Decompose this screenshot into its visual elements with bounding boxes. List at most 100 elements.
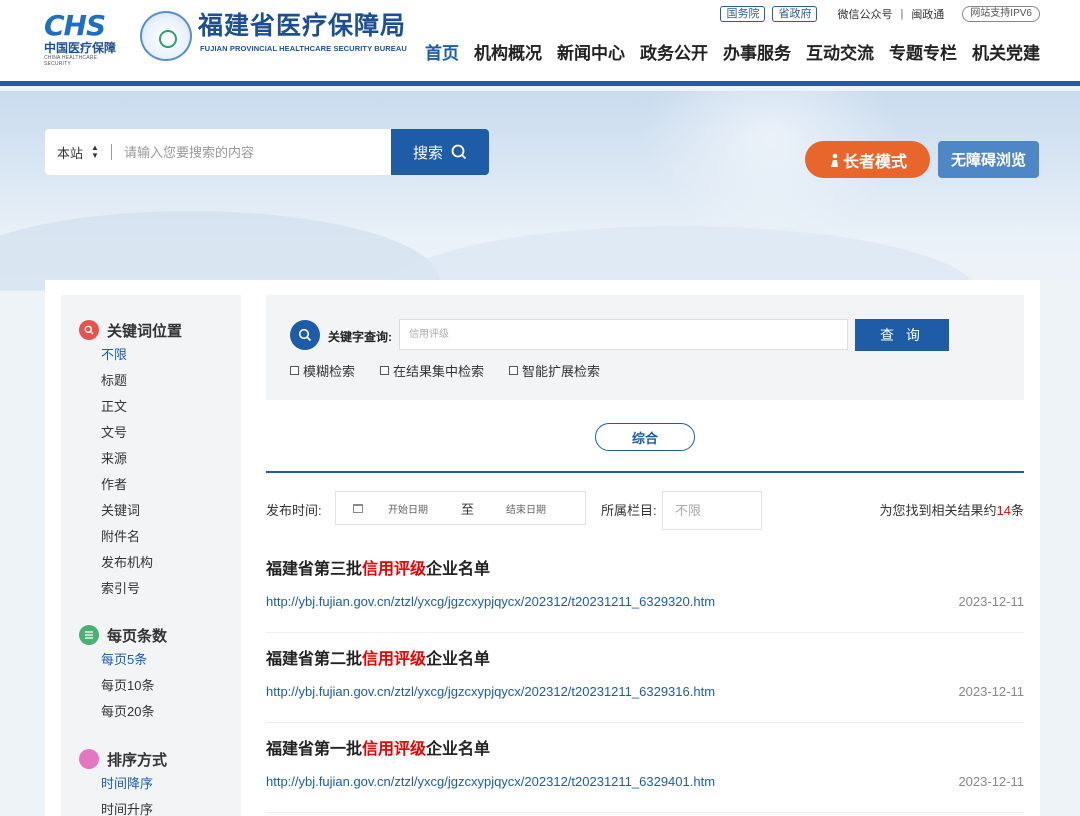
keyword-input[interactable]: [399, 319, 848, 350]
nav-item-gov-affairs[interactable]: 政务公开: [640, 42, 708, 66]
result-title-highlight: 信用评级: [362, 561, 427, 578]
top-links: 国务院 省政府 微信公众号 | 闽政通 网站支持IPV6: [713, 5, 1040, 23]
bureau-emblem-icon: [140, 11, 192, 61]
tab-comprehensive[interactable]: 综合: [595, 423, 695, 451]
sort-group: 排序方式 时间降序 时间升序: [61, 749, 241, 816]
keyword-position-option[interactable]: 附件名: [101, 524, 241, 550]
result-count: 为您找到相关结果约14条: [880, 500, 1025, 519]
nav-item-about[interactable]: 机构概况: [474, 42, 542, 66]
nav-item-home[interactable]: 首页: [425, 42, 459, 66]
chs-logo[interactable]: CHS 中国医疗保障 CHINA HEALTHCARE SECURITY: [44, 12, 124, 68]
search-in-results-label: 在结果集中检索: [393, 364, 485, 379]
province-gov-link[interactable]: 省政府: [772, 6, 818, 22]
per-page-option[interactable]: 每页10条: [101, 673, 241, 699]
nav-item-topics[interactable]: 专题专栏: [889, 42, 957, 66]
column-select[interactable]: 不限: [662, 491, 762, 530]
checkbox-box: [509, 366, 519, 375]
nav-item-interaction[interactable]: 互动交流: [806, 42, 874, 66]
result-title-highlight: 信用评级: [362, 651, 427, 668]
keyword-position-option[interactable]: 正文: [101, 394, 241, 420]
result-title-post: 企业名单: [426, 561, 491, 578]
keyword-position-group: 关键词位置 不限 标题 正文 文号 来源 作者 关键词 附件名 发布机构 索引号: [61, 320, 241, 602]
calendar-icon: [353, 503, 363, 513]
fuzzy-search-checkbox[interactable]: 模糊检索: [290, 361, 355, 380]
query-button[interactable]: 查 询: [855, 319, 949, 351]
fuzzy-search-label: 模糊检索: [303, 364, 356, 379]
result-date: 2023-12-11: [958, 684, 1024, 699]
keyword-position-option[interactable]: 索引号: [101, 576, 241, 602]
accessibility-label: 无障碍浏览: [950, 152, 1026, 169]
accessibility-button[interactable]: 无障碍浏览: [938, 141, 1039, 178]
result-count-number: 14: [996, 503, 1011, 518]
date-to-label: 至: [461, 501, 475, 517]
sort-title: 排序方式: [107, 751, 168, 769]
results-main: 关键字查询: 查 询 模糊检索 在结果集中检索 智能扩展检索 综合 发布时间: …: [266, 295, 1024, 813]
per-page-option[interactable]: 每页20条: [101, 699, 241, 725]
sort-icon: [79, 749, 99, 769]
search-scope-select[interactable]: 本站 ▲ ▼: [45, 143, 111, 162]
result-title-pre: 福建省第三批: [266, 561, 363, 578]
smart-expand-label: 智能扩展检索: [522, 364, 601, 379]
result-title-pre: 福建省第一批: [266, 741, 363, 758]
list-icon: [79, 625, 99, 645]
elder-mode-label: 长者模式: [842, 153, 907, 171]
query-label: 关键字查询:: [328, 330, 392, 344]
keyword-position-option[interactable]: 关键词: [101, 498, 241, 524]
state-council-link[interactable]: 国务院: [720, 6, 766, 22]
keyword-position-option[interactable]: 作者: [101, 472, 241, 498]
start-date-field[interactable]: 开始日期: [388, 501, 428, 516]
result-title[interactable]: 福建省第三批信用评级企业名单: [266, 555, 490, 579]
result-item: 福建省第三批信用评级企业名单 http://ybj.fujian.gov.cn/…: [266, 543, 1024, 633]
per-page-header: 每页条数: [79, 625, 241, 645]
banner-hill: [0, 211, 440, 291]
keyword-position-option[interactable]: 标题: [101, 368, 241, 394]
site-header: CHS 中国医疗保障 CHINA HEALTHCARE SECURITY 福建省…: [0, 0, 1080, 86]
bureau-title[interactable]: 福建省医疗保障局: [198, 12, 406, 40]
ipv6-badge: 网站支持IPV6: [962, 6, 1040, 22]
result-date: 2023-12-11: [958, 594, 1024, 609]
nav-item-party[interactable]: 机关党建: [972, 42, 1040, 66]
sort-option[interactable]: 时间升序: [101, 797, 241, 816]
search-icon: [451, 144, 467, 160]
result-url[interactable]: http://ybj.fujian.gov.cn/ztzl/yxcg/jgzcx…: [266, 774, 715, 789]
result-title-highlight: 信用评级: [362, 741, 427, 758]
keyword-position-option[interactable]: 文号: [101, 420, 241, 446]
result-title[interactable]: 福建省第二批信用评级企业名单: [266, 645, 490, 669]
nav-item-news[interactable]: 新闻中心: [557, 42, 625, 66]
keyword-position-header: 关键词位置: [79, 320, 241, 340]
per-page-group: 每页条数 每页5条 每页10条 每页20条: [61, 625, 241, 725]
date-range-picker[interactable]: 开始日期 至 结束日期: [335, 491, 586, 525]
search-button-label: 搜索: [412, 144, 443, 162]
wechat-link[interactable]: 微信公众号: [837, 6, 892, 22]
minzhengtong-link[interactable]: 闽政通: [911, 6, 944, 22]
result-title-pre: 福建省第二批: [266, 651, 363, 668]
sort-option[interactable]: 时间降序: [101, 771, 241, 797]
nav-item-services[interactable]: 办事服务: [723, 42, 791, 66]
per-page-title: 每页条数: [107, 627, 168, 645]
filter-sidebar: 关键词位置 不限 标题 正文 文号 来源 作者 关键词 附件名 发布机构 索引号…: [61, 295, 241, 816]
per-page-option[interactable]: 每页5条: [101, 647, 241, 673]
sort-arrows-icon: ▲ ▼: [91, 143, 99, 160]
keyword-position-option[interactable]: 来源: [101, 446, 241, 472]
end-date-field[interactable]: 结束日期: [506, 501, 546, 516]
main-nav: 首页 机构概况 新闻中心 政务公开 办事服务 互动交流 专题专栏 机关党建: [410, 42, 1040, 66]
keyword-search-icon: [79, 320, 99, 340]
chs-logo-cn: 中国医疗保障: [44, 41, 117, 55]
search-scope-value: 本站: [57, 145, 84, 161]
banner: 本站 ▲▼ 搜索 长者模式 无障碍浏览: [0, 91, 1080, 291]
elder-mode-button[interactable]: 长者模式: [805, 141, 930, 178]
result-url[interactable]: http://ybj.fujian.gov.cn/ztzl/yxcg/jgzcx…: [266, 594, 715, 609]
search-in-results-checkbox[interactable]: 在结果集中检索: [380, 361, 484, 380]
smart-expand-checkbox[interactable]: 智能扩展检索: [509, 361, 600, 380]
search-options: 模糊检索 在结果集中检索 智能扩展检索: [290, 361, 625, 380]
column-label: 所属栏目:: [601, 503, 657, 518]
elder-icon: [830, 153, 838, 167]
content-panel: 关键词位置 不限 标题 正文 文号 来源 作者 关键词 附件名 发布机构 索引号…: [45, 280, 1040, 816]
keyword-position-option[interactable]: 发布机构: [101, 550, 241, 576]
search-button[interactable]: 搜索: [391, 129, 489, 175]
result-title[interactable]: 福建省第一批信用评级企业名单: [266, 735, 490, 759]
publish-time-label: 发布时间:: [266, 503, 322, 518]
result-url[interactable]: http://ybj.fujian.gov.cn/ztzl/yxcg/jgzcx…: [266, 684, 715, 699]
keyword-position-option[interactable]: 不限: [101, 342, 241, 368]
search-input[interactable]: [124, 137, 389, 167]
